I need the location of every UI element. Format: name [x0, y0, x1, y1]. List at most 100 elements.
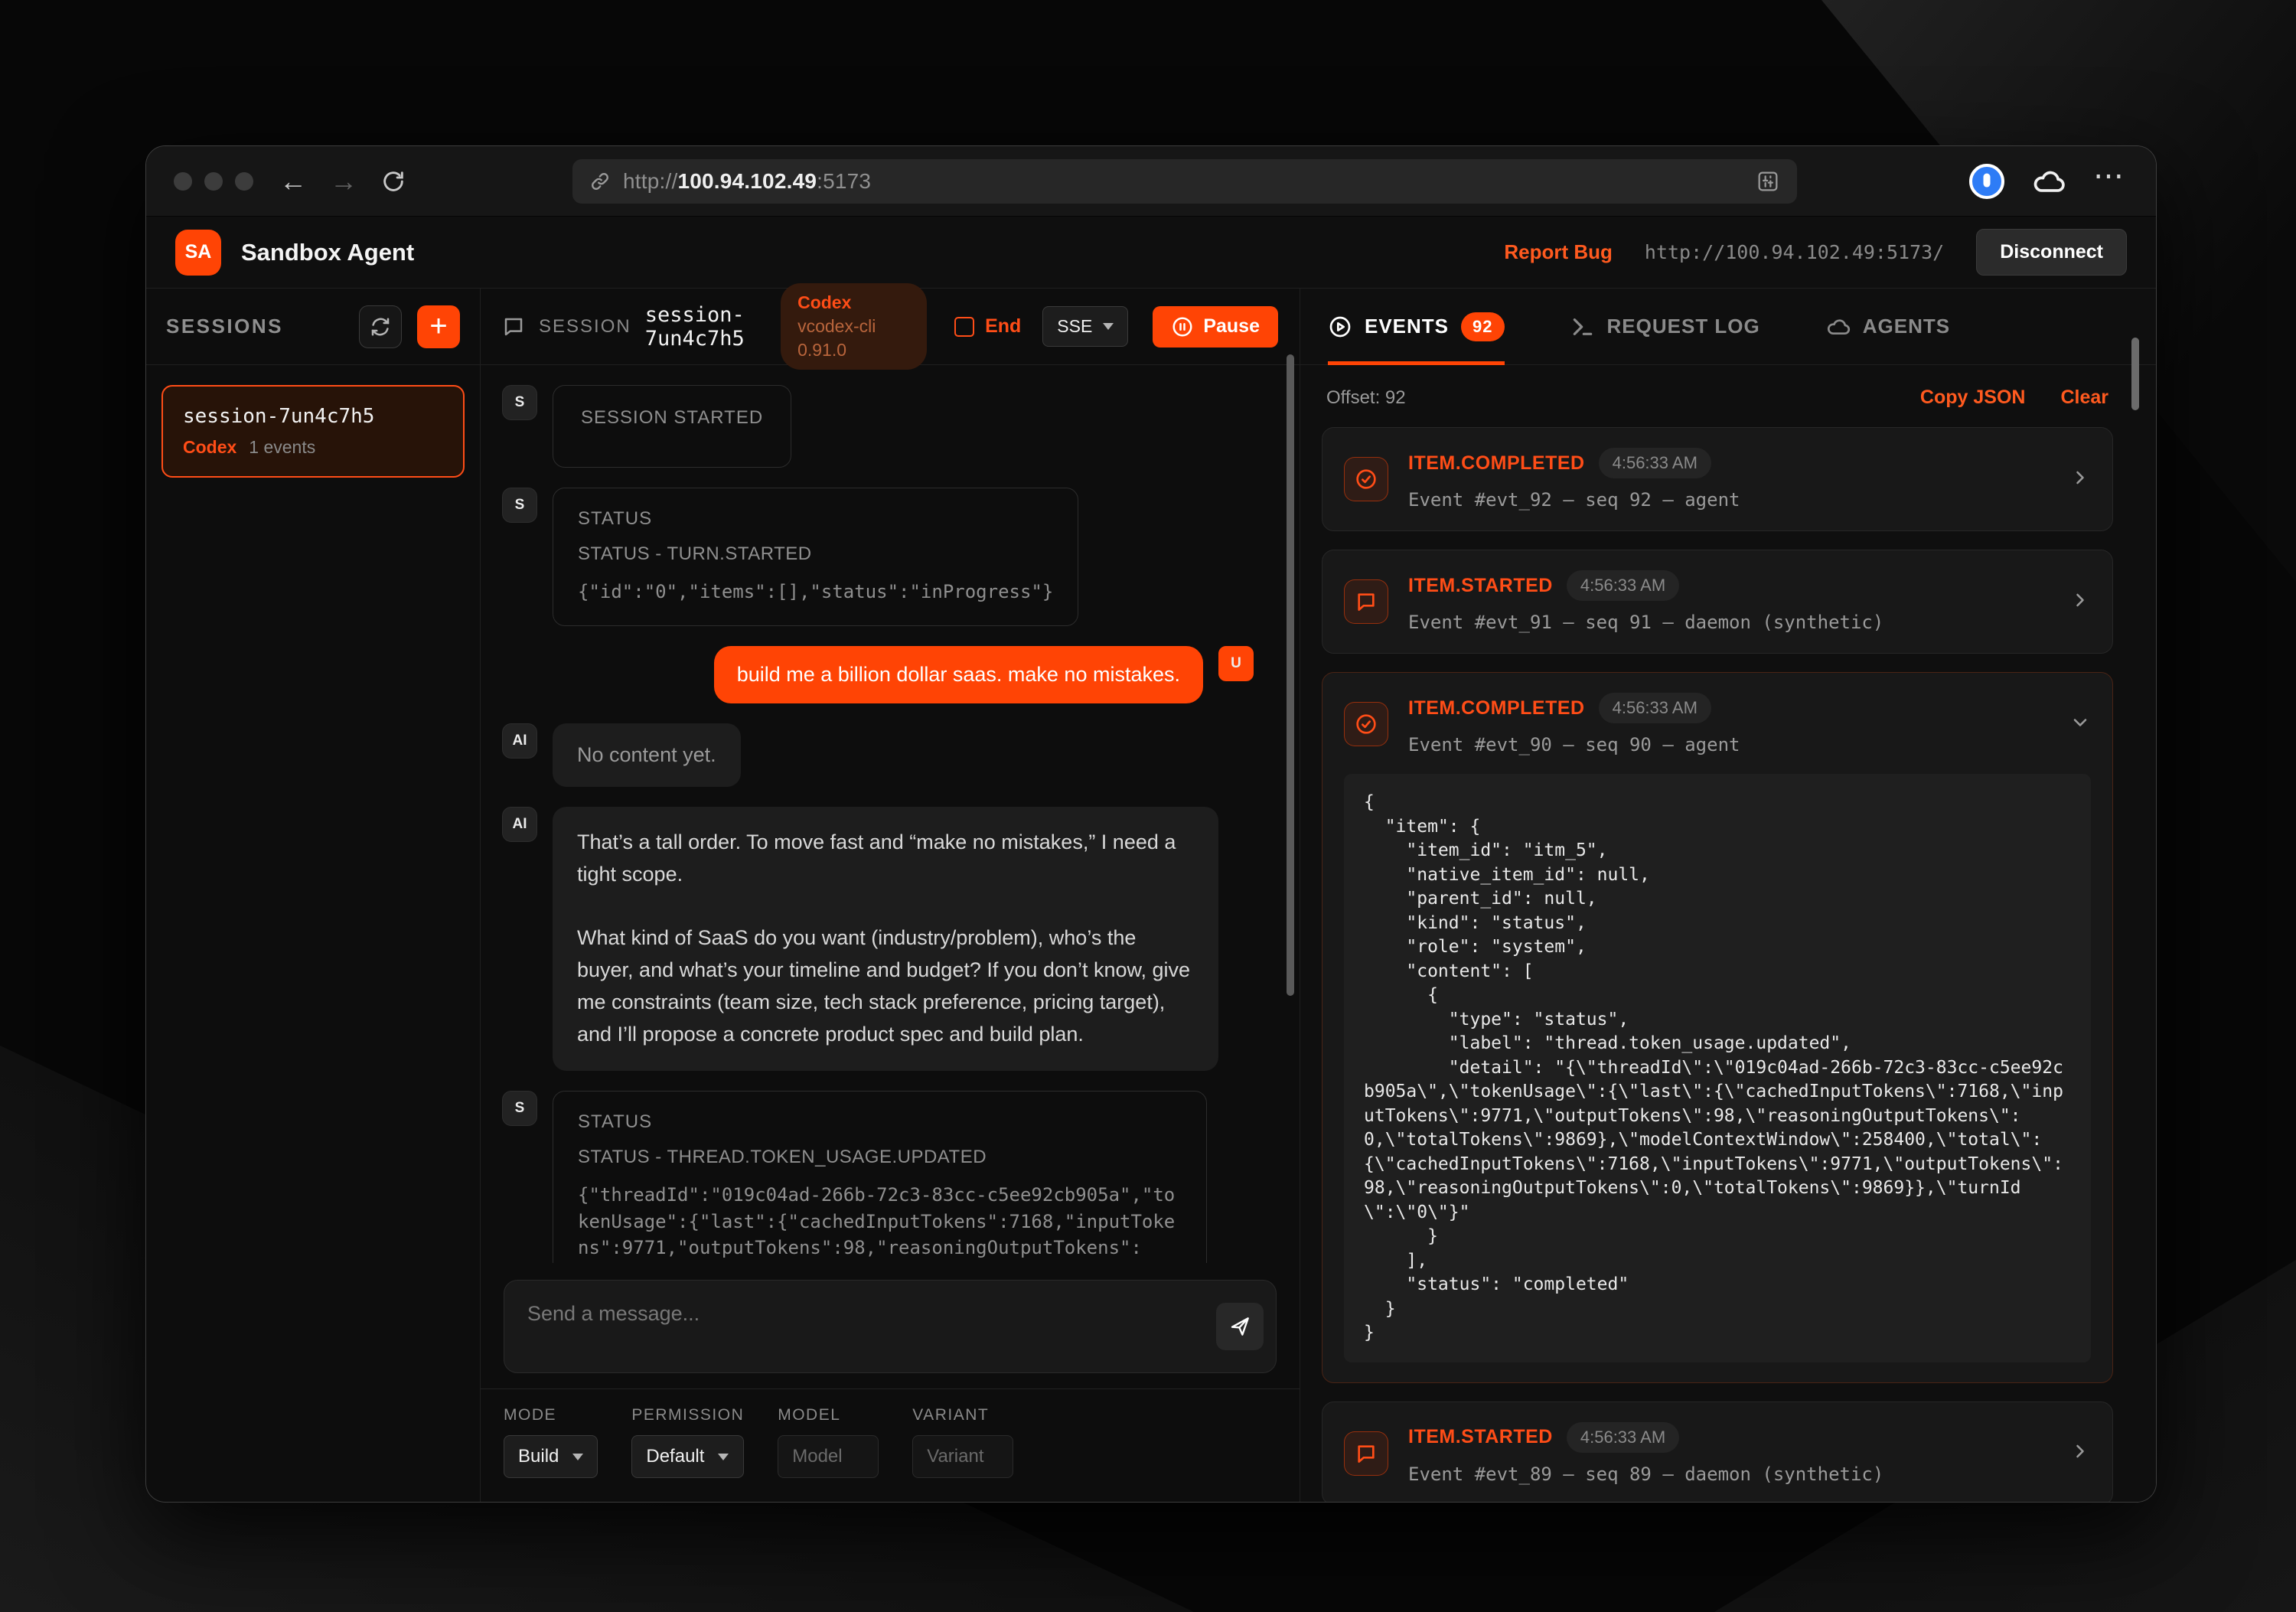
send-button[interactable]	[1216, 1303, 1264, 1350]
session-started-box: SESSION STARTED	[553, 385, 791, 468]
status-message: S STATUS STATUS - THREAD.TOKEN_USAGE.UPD…	[502, 1091, 1254, 1263]
status-token-usage-box: STATUS STATUS - THREAD.TOKEN_USAGE.UPDAT…	[553, 1091, 1207, 1263]
send-icon	[1228, 1314, 1252, 1339]
nav-buttons: ← →	[279, 168, 406, 195]
tab-events[interactable]: EVENTS 92	[1328, 289, 1505, 364]
session-list-item[interactable]: session-7un4c7h5 Codex 1 events	[161, 385, 465, 478]
url-text: http://100.94.102.49:5173	[623, 169, 871, 194]
cloud-icon[interactable]	[2032, 165, 2066, 198]
copy-json-button[interactable]: Copy JSON	[1920, 387, 2026, 409]
event-card[interactable]: ITEM.STARTED 4:56:33 AM Event #evt_89 — …	[1322, 1402, 2113, 1503]
close-window-button[interactable]	[174, 172, 192, 191]
event-card[interactable]: ITEM.STARTED 4:56:33 AM Event #evt_91 — …	[1322, 550, 2113, 654]
permission-select[interactable]: Default	[631, 1435, 744, 1478]
sessions-header: SESSIONS +	[146, 289, 480, 365]
system-avatar: S	[502, 385, 537, 420]
sessions-sidebar: SESSIONS + session-7un4c7h5 Codex 1 event…	[146, 289, 481, 1503]
system-avatar: S	[502, 488, 537, 523]
browser-chrome: ← → http://100.94.102.49:5173 ⋯	[146, 146, 2156, 217]
session-name: session-7un4c7h5	[183, 405, 443, 428]
session-event-count: 1 events	[249, 437, 315, 457]
user-message: build me a billion dollar saas. make no …	[502, 646, 1254, 703]
event-type: ITEM.STARTED	[1408, 575, 1553, 597]
event-time: 4:56:33 AM	[1599, 448, 1711, 478]
chat-scrollbar[interactable]	[1287, 354, 1294, 996]
end-label: End	[985, 315, 1021, 338]
app-title: Sandbox Agent	[241, 239, 414, 266]
terminal-icon	[1570, 315, 1595, 339]
composer	[481, 1263, 1300, 1388]
chevron-right-icon	[2069, 467, 2091, 492]
transport-value: SSE	[1057, 316, 1092, 337]
chat-bubble-icon	[1344, 1431, 1388, 1476]
cloud-icon	[1826, 315, 1851, 339]
events-panel: EVENTS 92 REQUEST LOG AGENTS Offset: 92 …	[1300, 289, 2156, 1503]
session-controls-bar: MODE Build PERMISSION Default MODEL V	[481, 1388, 1300, 1503]
event-desc: Event #evt_90 — seq 90 — agent	[1408, 734, 2050, 755]
session-id: session-7un4c7h5	[645, 303, 762, 351]
status-subtitle: STATUS - TURN.STARTED	[578, 543, 1053, 565]
user-avatar: U	[1218, 646, 1254, 681]
event-type: ITEM.STARTED	[1408, 1426, 1553, 1448]
event-card[interactable]: ITEM.COMPLETED 4:56:33 AM Event #evt_92 …	[1322, 427, 2113, 531]
reader-settings-icon[interactable]	[1756, 169, 1780, 194]
variant-label: VARIANT	[912, 1406, 1013, 1424]
back-icon[interactable]: ←	[279, 168, 307, 195]
event-type: ITEM.COMPLETED	[1408, 697, 1585, 720]
forward-icon[interactable]: →	[330, 168, 357, 195]
chevron-down-icon	[718, 1454, 729, 1460]
event-desc: Event #evt_91 — seq 91 — daemon (synthet…	[1408, 612, 2050, 633]
refresh-icon	[369, 315, 392, 338]
ai-avatar: AI	[502, 723, 537, 759]
status-turn-started-box: STATUS STATUS - TURN.STARTED {"id":"0","…	[553, 488, 1078, 626]
session-agent-badge: Codex	[183, 437, 236, 457]
model-label: MODEL	[778, 1406, 879, 1424]
check-circle-icon	[1344, 702, 1388, 746]
message-list[interactable]: S SESSION STARTED S STATUS STATUS - TURN…	[481, 365, 1300, 1263]
variant-input[interactable]	[912, 1435, 1013, 1478]
ai-message: AI No content yet.	[502, 723, 1254, 787]
event-card-expanded[interactable]: ITEM.COMPLETED 4:56:33 AM Event #evt_90 …	[1322, 672, 2113, 1383]
chevron-down-icon	[572, 1454, 583, 1460]
transport-select[interactable]: SSE	[1042, 306, 1128, 347]
mode-control: MODE Build	[504, 1406, 598, 1503]
tab-agents[interactable]: AGENTS	[1826, 289, 1950, 364]
permission-control: PERMISSION Default	[631, 1406, 744, 1503]
minimize-window-button[interactable]	[204, 172, 223, 191]
reload-icon[interactable]	[380, 168, 406, 194]
refresh-sessions-button[interactable]	[359, 305, 402, 348]
session-toolbar: SESSION session-7un4c7h5 Codex vcodex-cl…	[481, 289, 1300, 365]
disconnect-button[interactable]: Disconnect	[1976, 229, 2127, 276]
end-session-toggle[interactable]: End	[954, 315, 1021, 338]
status-message: S STATUS STATUS - TURN.STARTED {"id":"0"…	[502, 488, 1254, 626]
event-json-payload: { "item": { "item_id": "itm_5", "native_…	[1344, 774, 2091, 1362]
status-title: STATUS	[578, 508, 1053, 530]
events-scrollbar[interactable]	[2131, 338, 2139, 410]
more-menu-icon[interactable]: ⋯	[2093, 176, 2128, 187]
events-list[interactable]: Offset: 92 Copy JSON Clear ITEM.COMPLET	[1300, 365, 2156, 1503]
status-json: {"id":"0","items":[],"status":"inProgres…	[578, 579, 1053, 605]
pause-button[interactable]: Pause	[1153, 306, 1278, 348]
event-time: 4:56:33 AM	[1599, 693, 1711, 723]
chevron-down-icon	[2069, 712, 2091, 737]
ai-message-bubble: No content yet.	[553, 723, 741, 787]
panel-tabs: EVENTS 92 REQUEST LOG AGENTS	[1300, 289, 2156, 365]
tab-request-log[interactable]: REQUEST LOG	[1570, 289, 1760, 364]
password-manager-icon[interactable]	[1969, 164, 2004, 199]
pause-icon	[1171, 315, 1194, 338]
ai-avatar: AI	[502, 807, 537, 842]
new-session-button[interactable]: +	[417, 305, 460, 348]
report-bug-link[interactable]: Report Bug	[1504, 240, 1613, 264]
chat-bubble-icon	[1344, 579, 1388, 624]
zoom-window-button[interactable]	[235, 172, 253, 191]
url-bar[interactable]: http://100.94.102.49:5173	[572, 159, 1797, 204]
app-header: SA Sandbox Agent Report Bug http://100.9…	[146, 217, 2156, 289]
event-time: 4:56:33 AM	[1567, 570, 1679, 601]
model-input[interactable]	[778, 1435, 879, 1478]
variant-control: VARIANT	[912, 1406, 1013, 1503]
chat-column: SESSION session-7un4c7h5 Codex vcodex-cl…	[481, 289, 1300, 1503]
chevron-down-icon	[1103, 323, 1114, 330]
mode-select[interactable]: Build	[504, 1435, 598, 1478]
clear-events-button[interactable]: Clear	[2060, 387, 2108, 409]
message-input[interactable]	[504, 1281, 1276, 1372]
